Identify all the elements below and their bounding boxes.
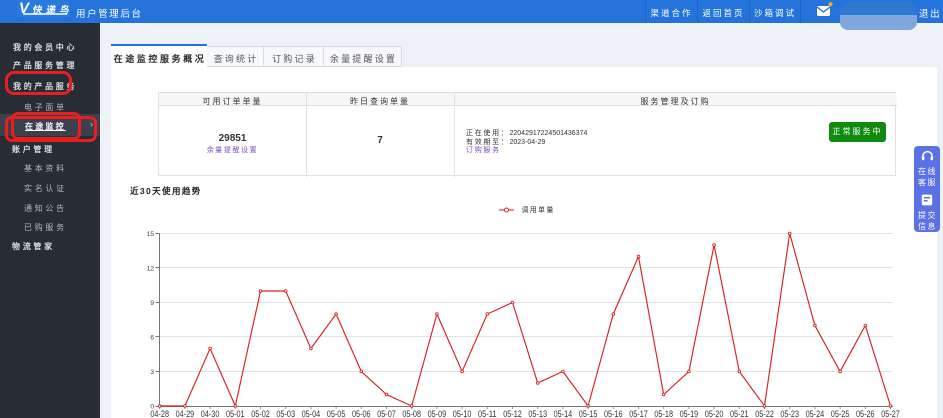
svg-text:15: 15 (147, 231, 155, 238)
svg-text:12: 12 (147, 265, 155, 272)
svg-text:05-05: 05-05 (327, 409, 346, 418)
svg-text:05-19: 05-19 (680, 409, 699, 418)
svg-text:05-12: 05-12 (503, 409, 522, 418)
svg-text:05-24: 05-24 (806, 409, 825, 418)
svg-text:3: 3 (150, 369, 154, 376)
svg-text:04-28: 04-28 (150, 409, 169, 418)
svg-text:04-29: 04-29 (176, 409, 195, 418)
svg-text:05-26: 05-26 (856, 409, 875, 418)
svg-text:05-23: 05-23 (780, 409, 799, 418)
svg-text:05-06: 05-06 (352, 409, 371, 418)
svg-text:05-22: 05-22 (755, 409, 774, 418)
svg-text:05-16: 05-16 (604, 409, 623, 418)
svg-text:05-17: 05-17 (629, 409, 648, 418)
svg-text:04-30: 04-30 (201, 409, 220, 418)
svg-text:9: 9 (150, 300, 154, 307)
svg-text:05-09: 05-09 (428, 409, 447, 418)
svg-text:05-07: 05-07 (377, 409, 396, 418)
svg-text:05-14: 05-14 (554, 409, 573, 418)
svg-text:05-15: 05-15 (579, 409, 598, 418)
svg-text:05-01: 05-01 (226, 409, 245, 418)
svg-text:05-02: 05-02 (251, 409, 270, 418)
svg-text:05-10: 05-10 (453, 409, 472, 418)
svg-text:05-11: 05-11 (478, 409, 497, 418)
svg-text:6: 6 (150, 334, 154, 341)
svg-text:05-03: 05-03 (276, 409, 295, 418)
svg-text:05-04: 05-04 (302, 409, 321, 418)
svg-text:05-27: 05-27 (881, 409, 900, 418)
svg-text:05-18: 05-18 (654, 409, 673, 418)
svg-text:05-13: 05-13 (528, 409, 547, 418)
svg-text:05-25: 05-25 (831, 409, 850, 418)
svg-text:05-21: 05-21 (730, 409, 749, 418)
svg-text:05-20: 05-20 (705, 409, 724, 418)
svg-text:05-08: 05-08 (402, 409, 421, 418)
